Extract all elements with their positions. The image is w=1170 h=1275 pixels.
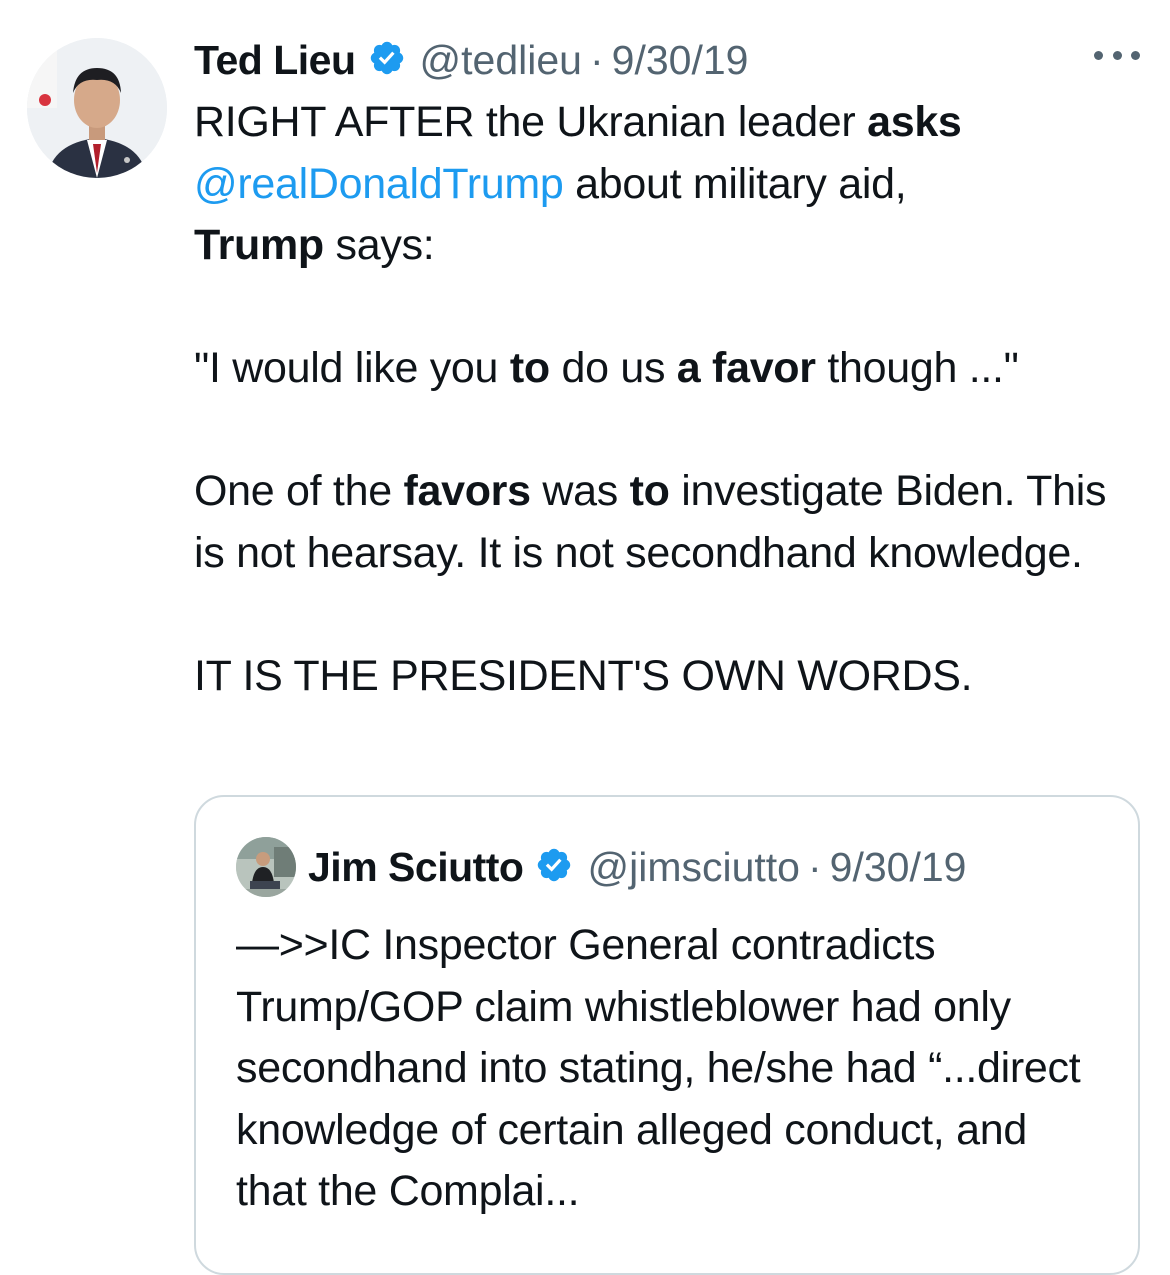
tweet-text: RIGHT AFTER the Ukranian leader [194, 98, 868, 146]
tweet-text: was [530, 467, 630, 515]
avatar-image-icon [27, 38, 167, 178]
tweet-text: do us [549, 344, 677, 392]
tweet-text: One of the [194, 467, 404, 515]
quoted-tweet-header: Jim Sciutto @jimsciutto · 9/30/19 [236, 837, 966, 897]
dot-icon [1094, 50, 1103, 60]
tweet-body: RIGHT AFTER the Ukranian leader asks @re… [194, 92, 1144, 707]
dot-icon [1131, 50, 1140, 60]
bold-text: favors [403, 467, 531, 515]
tweet-paragraph: RIGHT AFTER the Ukranian leader asks @re… [194, 92, 1144, 277]
more-options-icon[interactable] [1094, 40, 1140, 70]
avatar-image-icon [236, 837, 296, 897]
tweet-text: "I would like you [194, 344, 510, 392]
tweet-date[interactable]: 9/30/19 [612, 37, 749, 84]
tweet-paragraph: IT IS THE PRESIDENT'S OWN WORDS. [194, 651, 973, 700]
tweet-header: Ted Lieu @tedlieu · 9/30/19 [194, 32, 748, 88]
bold-text: to [629, 467, 670, 515]
quoted-author-handle[interactable]: @jimsciutto [587, 844, 800, 891]
quoted-tweet-card[interactable]: Jim Sciutto @jimsciutto · 9/30/19 —>>IC … [194, 795, 1140, 1275]
separator-dot: · [807, 843, 822, 890]
tweet-text: about military aid, [563, 159, 907, 208]
dot-icon [1112, 50, 1122, 60]
bold-text: Trump [194, 221, 324, 269]
tweet-paragraph: One of the favors was to investigate Bid… [194, 461, 1144, 584]
tweet-paragraph: "I would like you to do us a favor thoug… [194, 338, 1144, 400]
bold-text: a favor [676, 344, 816, 392]
bold-text: asks [867, 98, 962, 146]
verified-badge-icon[interactable] [535, 846, 573, 889]
author-name[interactable]: Ted Lieu [194, 37, 356, 84]
tweet-text: says: [323, 221, 435, 269]
author-handle[interactable]: @tedlieu [420, 37, 582, 84]
quoted-tweet-date[interactable]: 9/30/19 [830, 844, 967, 891]
separator-dot: · [589, 36, 604, 83]
quoted-author-name[interactable]: Jim Sciutto [308, 844, 524, 891]
tweet-text: though ..." [815, 344, 1019, 392]
mention-link[interactable]: @realDonaldTrump [194, 160, 564, 208]
author-avatar[interactable] [27, 38, 167, 178]
quoted-author-avatar[interactable] [236, 837, 296, 897]
bold-text: to [509, 344, 550, 392]
quoted-tweet-body: —>>IC Inspector General contradicts Trum… [236, 921, 1081, 1215]
verified-badge-icon[interactable] [368, 39, 406, 82]
